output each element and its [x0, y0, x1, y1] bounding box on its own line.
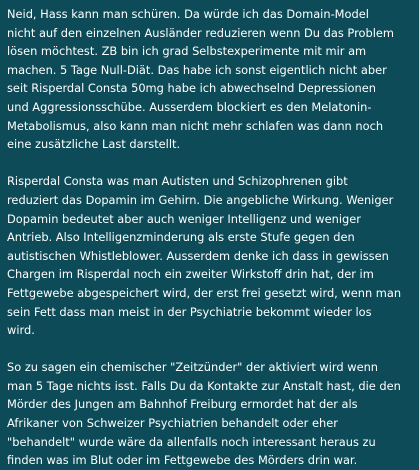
post-paragraph-2: Risperdal Consta was man Autisten und Sc…	[7, 174, 402, 338]
post-body: Neid, Hass kann man schüren. Da würde ic…	[0, 0, 419, 467]
post-paragraph-3: So zu sagen ein chemischer "Zeitzünder" …	[7, 360, 401, 468]
post-paragraph-1: Neid, Hass kann man schüren. Da würde ic…	[7, 7, 394, 152]
